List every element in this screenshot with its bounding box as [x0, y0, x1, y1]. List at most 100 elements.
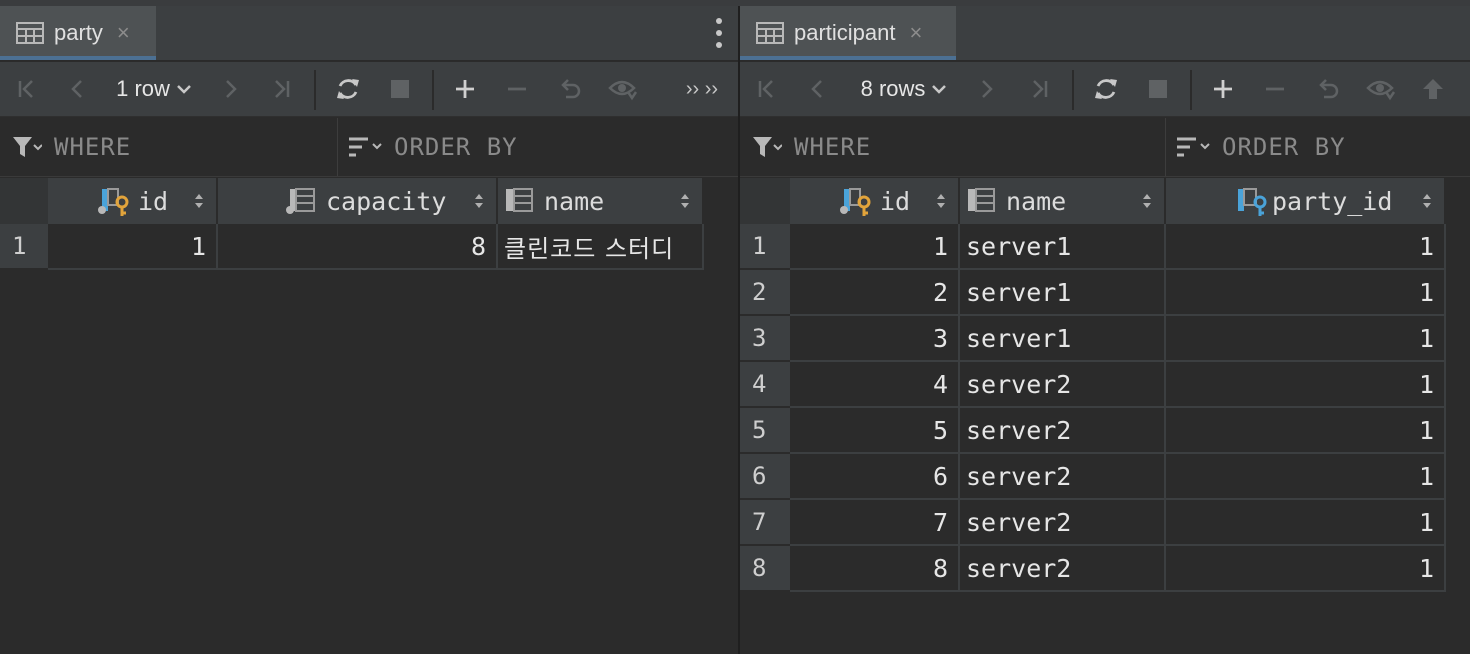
close-icon[interactable]: × — [117, 20, 130, 46]
table-cell[interactable]: 7 — [790, 500, 960, 546]
order-by-filter[interactable]: ORDER BY — [348, 118, 728, 176]
table-cell[interactable]: 2 — [790, 270, 960, 316]
table-cell[interactable]: server2 — [960, 500, 1166, 546]
submit-arrow-up-icon[interactable] — [1418, 62, 1448, 116]
filter-bar: WHERE ORDER BY — [740, 118, 1470, 177]
table-cell[interactable]: 6 — [790, 454, 960, 500]
table-cell[interactable]: 5 — [790, 408, 960, 454]
row-count-label: 8 rows — [860, 76, 926, 101]
refresh-icon[interactable] — [1090, 62, 1122, 116]
first-page-icon[interactable] — [752, 62, 782, 116]
row-number[interactable]: 8 — [740, 546, 790, 592]
column-header-name[interactable]: name — [960, 178, 1166, 224]
row-count-selector[interactable]: 8 rows — [854, 62, 954, 116]
row-number[interactable]: 1 — [0, 224, 48, 270]
refresh-icon[interactable] — [332, 62, 364, 116]
where-label: WHERE — [54, 133, 132, 161]
add-row-icon[interactable] — [450, 62, 480, 116]
column-header-name[interactable]: name — [498, 178, 704, 224]
stop-icon[interactable] — [1142, 62, 1174, 116]
table-cell[interactable]: 1 — [1166, 454, 1446, 500]
row-number[interactable]: 2 — [740, 270, 790, 316]
filter-icon — [13, 137, 42, 157]
more-actions-icon[interactable]: ›› ›› — [678, 62, 726, 116]
column-header-id[interactable]: id — [48, 178, 218, 224]
table-cell[interactable]: server2 — [960, 454, 1166, 500]
last-page-icon[interactable] — [1024, 62, 1054, 116]
row-number[interactable]: 5 — [740, 408, 790, 454]
close-icon[interactable]: × — [910, 20, 923, 46]
view-changes-icon[interactable] — [606, 62, 640, 116]
chevron-down-icon — [932, 85, 947, 94]
table-cell[interactable]: 1 — [1166, 316, 1446, 362]
grid-corner — [740, 178, 790, 224]
delete-row-icon[interactable] — [502, 62, 532, 116]
previous-page-icon[interactable] — [62, 62, 92, 116]
table-cell[interactable]: 1 — [1166, 270, 1446, 316]
table-cell[interactable]: server2 — [960, 546, 1166, 592]
next-page-icon[interactable] — [972, 62, 1002, 116]
next-page-icon[interactable] — [216, 62, 246, 116]
table-cell[interactable]: 1 — [1166, 362, 1446, 408]
table-cell[interactable]: server2 — [960, 408, 1166, 454]
column-header-id[interactable]: id — [790, 178, 960, 224]
tab-participant[interactable]: participant × — [740, 6, 956, 60]
row-number[interactable]: 3 — [740, 316, 790, 362]
table-cell[interactable]: server1 — [960, 224, 1166, 270]
where-label: WHERE — [794, 133, 872, 161]
order-by-filter[interactable]: ORDER BY — [1176, 118, 1466, 176]
primary-key-column-icon — [840, 188, 872, 221]
last-page-icon[interactable] — [266, 62, 296, 116]
stop-icon[interactable] — [384, 62, 416, 116]
column-icon — [286, 188, 318, 221]
row-number[interactable]: 7 — [740, 500, 790, 546]
delete-row-icon[interactable] — [1260, 62, 1290, 116]
table-cell[interactable]: 1 — [48, 224, 218, 270]
active-tab-indicator — [0, 56, 156, 60]
first-page-icon[interactable] — [12, 62, 42, 116]
tab-bar: participant × — [740, 6, 1470, 61]
row-count-selector[interactable]: 1 row — [112, 62, 196, 116]
row-number[interactable]: 4 — [740, 362, 790, 408]
sort-arrows-icon — [1423, 194, 1431, 208]
table-cell[interactable]: 1 — [1166, 224, 1446, 270]
revert-icon[interactable] — [554, 62, 586, 116]
table-cell[interactable]: 1 — [1166, 500, 1446, 546]
table-cell[interactable]: 1 — [790, 224, 960, 270]
row-number[interactable]: 6 — [740, 454, 790, 500]
revert-icon[interactable] — [1312, 62, 1344, 116]
column-header-label: name — [1006, 186, 1067, 216]
row-number[interactable]: 1 — [740, 224, 790, 270]
table-cell[interactable]: 클린코드 스터디 — [498, 224, 704, 270]
column-icon — [966, 188, 998, 221]
column-header-label: capacity — [326, 186, 447, 216]
table-cell[interactable]: 1 — [1166, 546, 1446, 592]
add-row-icon[interactable] — [1208, 62, 1238, 116]
sort-icon — [1177, 137, 1210, 157]
view-changes-icon[interactable] — [1364, 62, 1398, 116]
table-cell[interactable]: server2 — [960, 362, 1166, 408]
table-cell[interactable]: 8 — [218, 224, 498, 270]
where-filter[interactable]: WHERE — [12, 118, 332, 176]
table-cell[interactable]: server1 — [960, 270, 1166, 316]
party-table-pane: party × 1 row ›› ›› WHERE ORDER BY id ca… — [0, 6, 738, 654]
table-cell[interactable]: 1 — [1166, 408, 1446, 454]
table-cell[interactable]: 8 — [790, 546, 960, 592]
primary-key-column-icon — [98, 188, 130, 221]
column-header-label: party_id — [1272, 186, 1393, 216]
table-cell[interactable]: 3 — [790, 316, 960, 362]
previous-page-icon[interactable] — [802, 62, 832, 116]
table-icon — [16, 22, 44, 44]
table-cell[interactable]: server1 — [960, 316, 1166, 362]
column-icon — [504, 188, 536, 221]
where-filter[interactable]: WHERE — [752, 118, 1162, 176]
column-header-party-id[interactable]: party_id — [1166, 178, 1446, 224]
sort-arrows-icon — [681, 194, 689, 208]
more-options-icon[interactable] — [714, 18, 724, 48]
table-cell[interactable]: 4 — [790, 362, 960, 408]
sort-arrows-icon — [475, 194, 483, 208]
toolbar: 1 row ›› ›› — [0, 62, 738, 117]
sort-arrows-icon — [1143, 194, 1151, 208]
column-header-capacity[interactable]: capacity — [218, 178, 498, 224]
tab-party[interactable]: party × — [0, 6, 156, 60]
